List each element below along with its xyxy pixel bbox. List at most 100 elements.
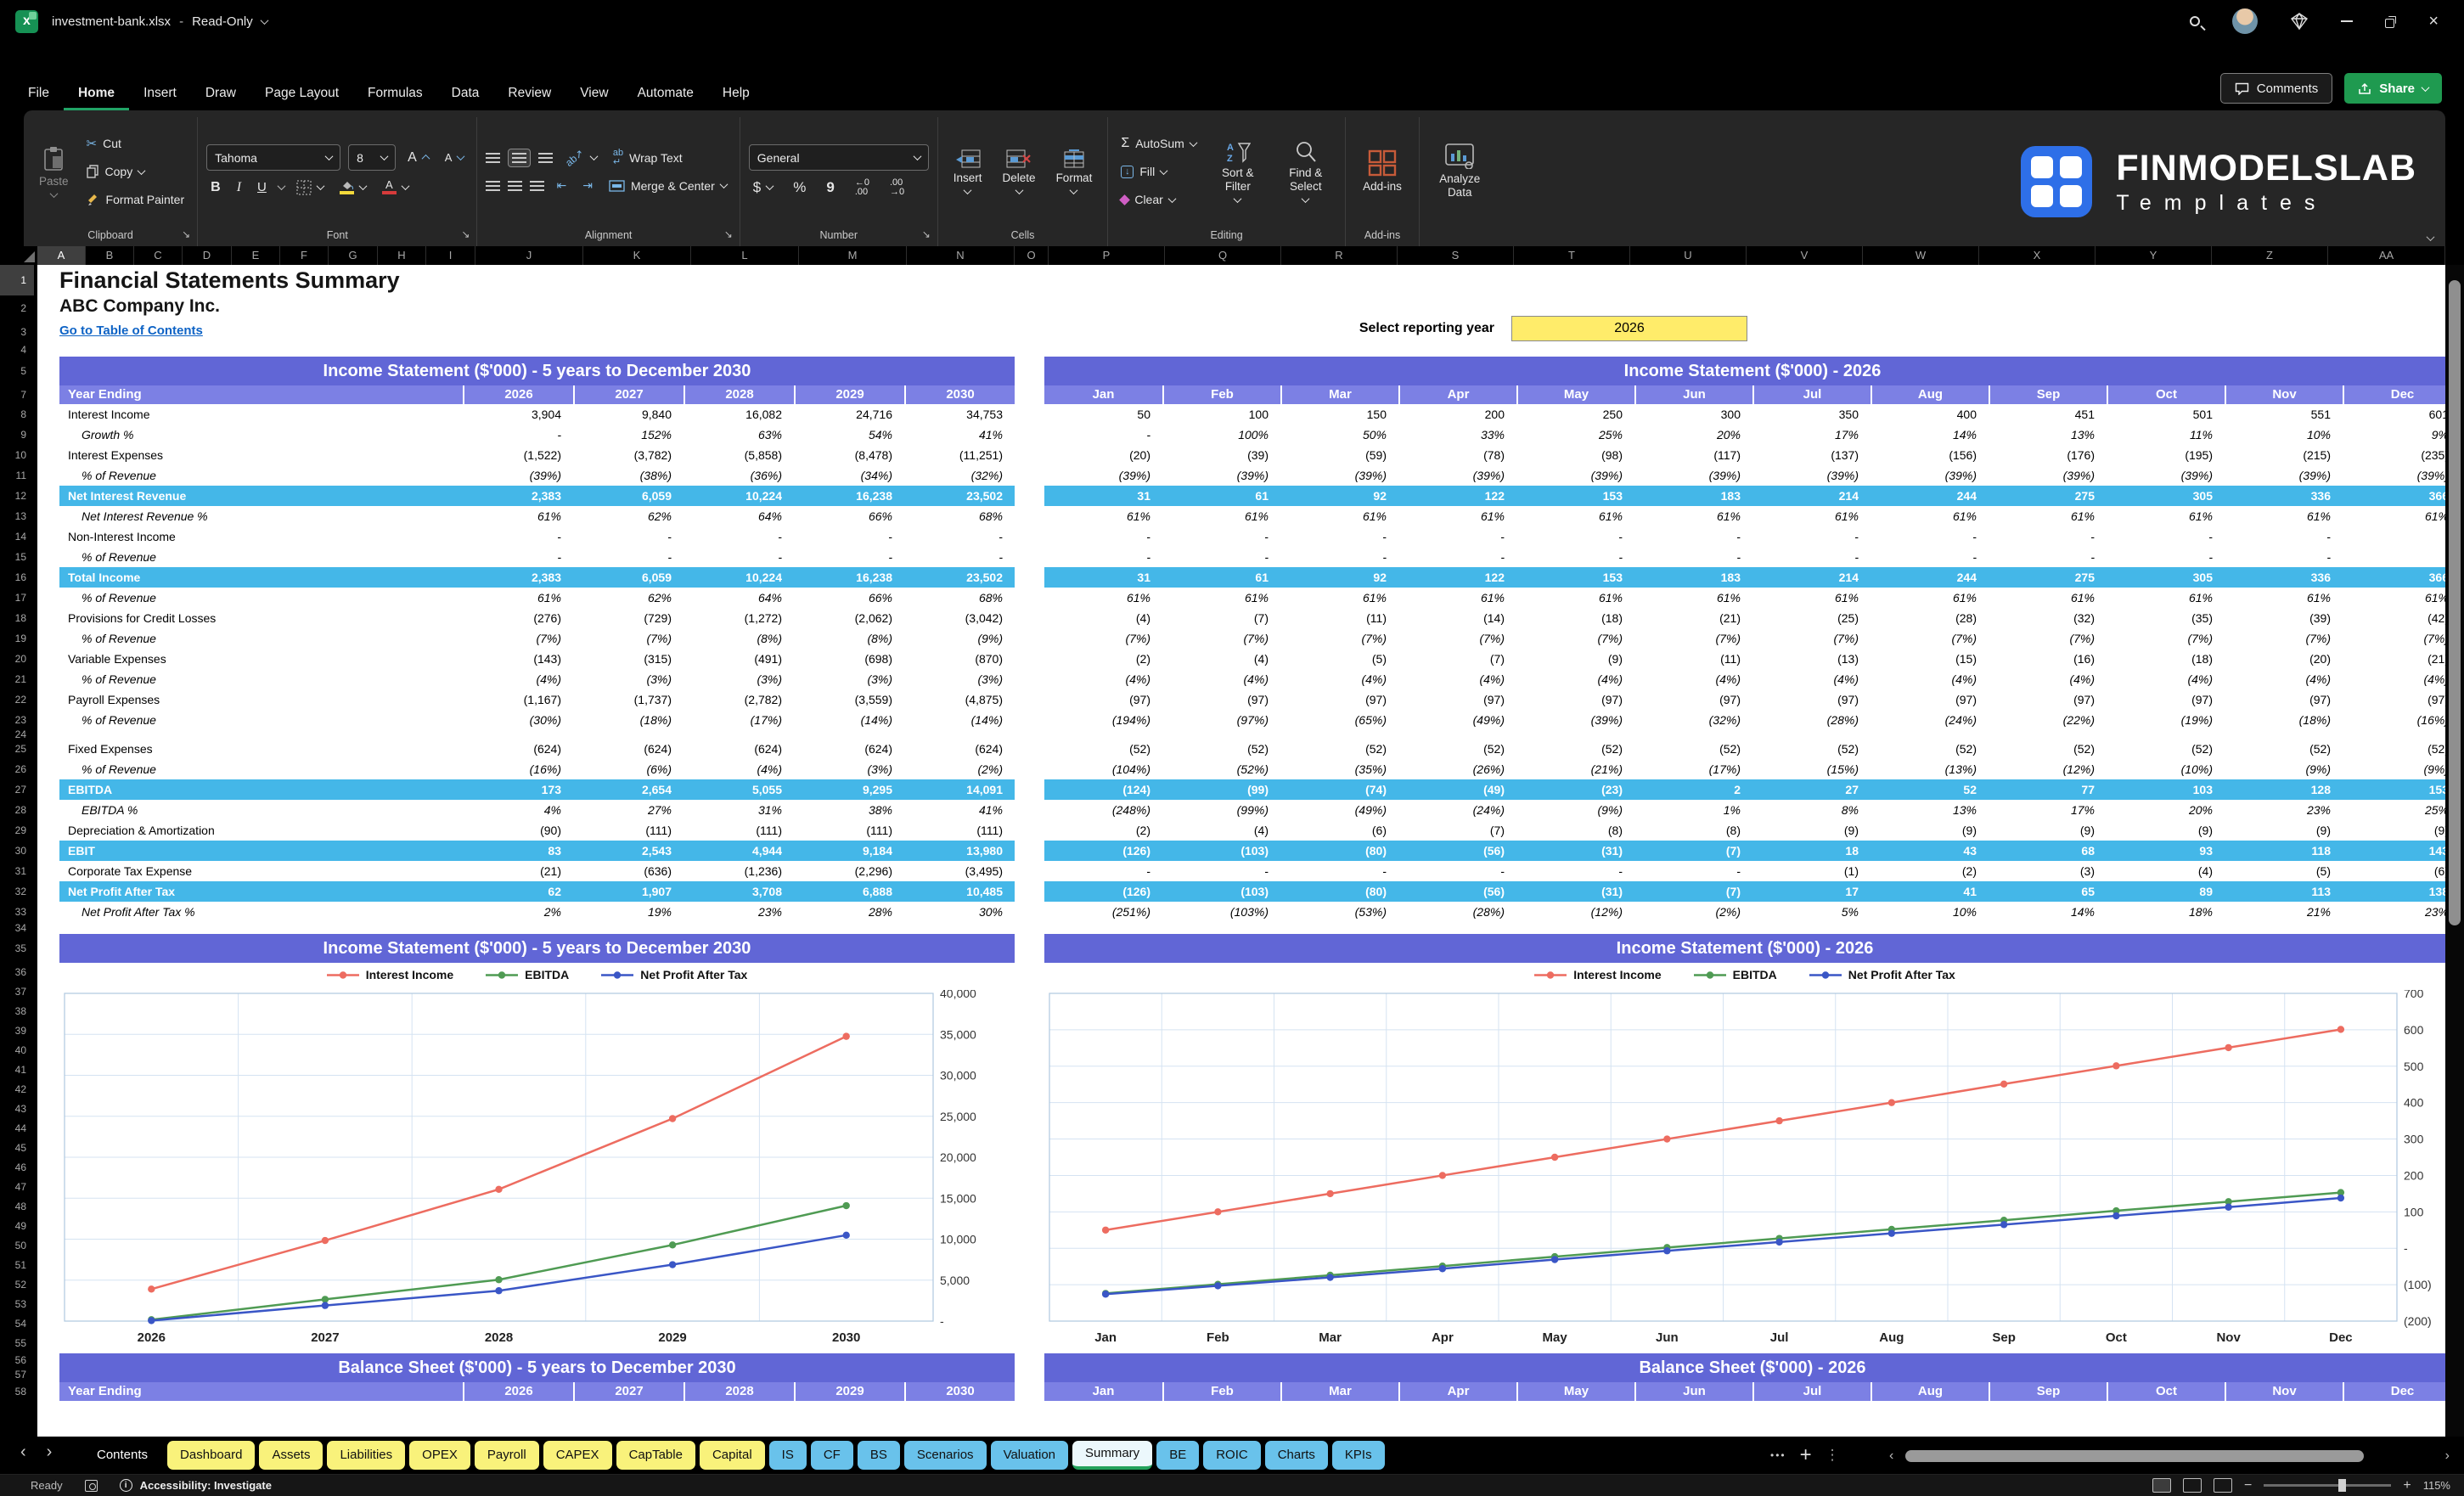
cell[interactable]: 336 (2225, 486, 2343, 506)
cell[interactable]: - (463, 425, 573, 445)
row-header-37[interactable]: 37 (0, 982, 34, 1002)
shrink-font-button[interactable]: A (441, 146, 469, 169)
row-header-32[interactable]: 32 (0, 881, 34, 902)
row-header-41[interactable]: 41 (0, 1060, 34, 1080)
cell[interactable]: 6,888 (794, 881, 904, 902)
cell[interactable]: (52) (2107, 739, 2225, 759)
cell[interactable]: 61% (1162, 588, 1280, 608)
cell[interactable]: (117) (1634, 445, 1752, 465)
cell[interactable]: (4%) (1634, 669, 1752, 689)
row-header-36[interactable]: 36 (0, 963, 34, 982)
underline-button[interactable]: U (253, 176, 271, 199)
decrease-decimal-icon[interactable]: .00→0 (886, 176, 909, 199)
column-header-U[interactable]: U (1630, 246, 1747, 265)
cell[interactable]: 11% (2107, 425, 2225, 445)
cell[interactable]: 9,184 (794, 841, 904, 861)
cell[interactable]: - (1044, 547, 1162, 567)
column-header-W[interactable]: W (1863, 246, 1979, 265)
column-header-M[interactable]: M (799, 246, 907, 265)
zoom-out-button[interactable]: − (2244, 1478, 2252, 1493)
cell[interactable]: (52) (2343, 739, 2445, 759)
cell[interactable]: (97) (1044, 689, 1162, 710)
cell[interactable]: 17% (1989, 800, 2107, 820)
cell[interactable]: (39%) (1989, 465, 2107, 486)
row-label[interactable]: Net Interest Revenue (59, 486, 463, 506)
cell[interactable]: (21%) (1516, 759, 1634, 779)
cell[interactable]: 2,383 (463, 486, 573, 506)
cell[interactable]: - (1871, 526, 1989, 547)
cell[interactable]: - (1752, 526, 1871, 547)
decrease-indent-icon[interactable]: ⇤ (552, 174, 571, 197)
number-format-select[interactable]: General (749, 144, 929, 171)
menu-tab-formulas[interactable]: Formulas (353, 78, 437, 110)
cell[interactable]: 64% (684, 506, 794, 526)
cell[interactable]: (4) (1162, 820, 1280, 841)
row-label[interactable]: EBITDA (59, 779, 463, 800)
cell[interactable]: (1,272) (684, 608, 794, 628)
cell[interactable]: 350 (1752, 404, 1871, 425)
cell[interactable]: (7) (1398, 820, 1516, 841)
cell[interactable]: (104%) (1044, 759, 1162, 779)
cell[interactable]: 61% (1752, 588, 1871, 608)
cell[interactable]: (52) (1634, 739, 1752, 759)
cell[interactable]: 128 (2225, 779, 2343, 800)
row-header-44[interactable]: 44 (0, 1119, 34, 1139)
column-header-Z[interactable]: Z (2212, 246, 2328, 265)
cell[interactable]: (97) (1280, 689, 1398, 710)
cell[interactable]: (26%) (1398, 759, 1516, 779)
cell[interactable]: 93 (2107, 841, 2225, 861)
cell[interactable]: (103%) (1162, 902, 1280, 922)
cell[interactable]: 103 (2107, 779, 2225, 800)
column-header-F[interactable]: F (280, 246, 329, 265)
paste-button[interactable]: Paste (32, 144, 76, 200)
cell[interactable]: (99) (1162, 779, 1280, 800)
increase-indent-icon[interactable]: ⇥ (578, 174, 597, 197)
cell[interactable]: (28%) (1752, 710, 1871, 730)
cell[interactable]: (2,296) (794, 861, 904, 881)
zoom-slider-thumb[interactable] (2338, 1479, 2346, 1492)
analyze-data-button[interactable]: Analyze Data (1428, 142, 1491, 201)
cell[interactable]: (3,495) (904, 861, 1015, 881)
cell[interactable]: (126) (1044, 881, 1162, 902)
accounting-format-button[interactable]: $ (749, 176, 777, 199)
hscroll-left-icon[interactable]: ‹ (1889, 1448, 1893, 1464)
row-label[interactable]: Net Profit After Tax (59, 881, 463, 902)
cell[interactable]: - (1989, 547, 2107, 567)
cell[interactable]: 451 (1989, 404, 2107, 425)
cell[interactable]: (11) (1634, 649, 1752, 669)
cell[interactable]: 2,383 (463, 567, 573, 588)
cell[interactable]: 66% (794, 506, 904, 526)
cell[interactable]: (18%) (2225, 710, 2343, 730)
cell[interactable]: (14%) (794, 710, 904, 730)
fill-color-button[interactable] (335, 176, 370, 199)
cell[interactable]: (49%) (1398, 710, 1516, 730)
cell[interactable]: 153 (1516, 567, 1634, 588)
cell[interactable]: 2029 (794, 1382, 904, 1401)
cell[interactable]: (39%) (1516, 465, 1634, 486)
cell[interactable]: Jan (1044, 385, 1162, 404)
row-header-46[interactable]: 46 (0, 1158, 34, 1178)
cell[interactable]: (176) (1989, 445, 2107, 465)
cell[interactable]: 33% (1398, 425, 1516, 445)
cell[interactable]: (52) (1752, 739, 1871, 759)
column-header-Q[interactable]: Q (1165, 246, 1281, 265)
cell[interactable]: (5,858) (684, 445, 794, 465)
cell[interactable]: 9,840 (573, 404, 684, 425)
sheet-tab-captable[interactable]: CapTable (616, 1441, 695, 1470)
cell[interactable]: - (1989, 526, 2107, 547)
sheet-tab-be[interactable]: BE (1156, 1441, 1199, 1470)
hscroll-right-icon[interactable]: › (2445, 1448, 2450, 1464)
readonly-chevron-icon[interactable] (260, 16, 268, 25)
cell[interactable]: 100% (1162, 425, 1280, 445)
cell[interactable]: (39%) (463, 465, 573, 486)
cell[interactable]: (215) (2225, 445, 2343, 465)
cell[interactable]: 16,238 (794, 486, 904, 506)
align-top-icon[interactable] (486, 153, 500, 163)
row-header-21[interactable]: 21 (0, 669, 34, 689)
cell[interactable]: (6) (1280, 820, 1398, 841)
cell[interactable]: (624) (904, 739, 1015, 759)
row-header-24[interactable]: 24 (0, 730, 34, 739)
row-header-50[interactable]: 50 (0, 1236, 34, 1256)
cell[interactable]: 6,059 (573, 486, 684, 506)
cell[interactable]: (4) (2107, 861, 2225, 881)
